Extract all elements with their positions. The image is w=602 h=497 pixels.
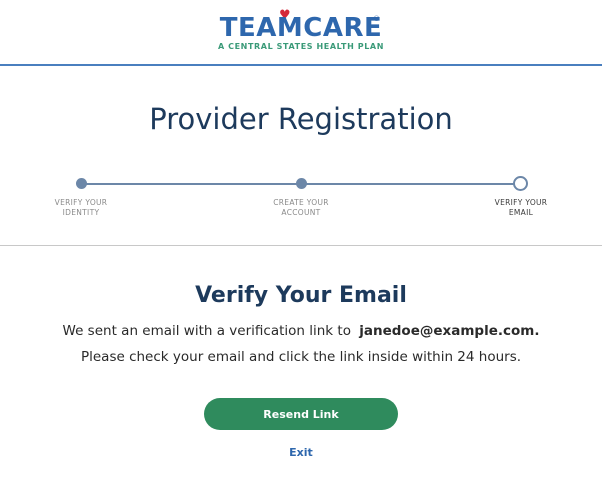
verify-email-heading: Verify Your Email — [195, 283, 407, 308]
resend-link-button[interactable]: Resend Link — [204, 398, 398, 430]
step-label-line: ACCOUNT — [281, 208, 321, 217]
teamcare-logo[interactable]: ♥ TEAMCARE ® A CENTRAL STATES HEALTH PLA… — [0, 0, 602, 64]
step-dot-create-account — [296, 178, 307, 189]
step-label-line: VERIFY YOUR — [494, 198, 548, 207]
page-title: Provider Registration — [149, 102, 453, 136]
exit-link[interactable]: Exit — [0, 446, 602, 459]
instructions-text: Please check your email and click the li… — [80, 349, 522, 365]
step-label-line: CREATE YOUR — [273, 198, 329, 207]
sent-text: We sent an email with a verification lin… — [62, 323, 351, 339]
step-dot-verify-identity — [76, 178, 87, 189]
step-label-line: EMAIL — [508, 208, 534, 217]
step-label-verify-identity: VERIFY YOUR IDENTITY — [36, 198, 126, 218]
step-label-verify-email: VERIFY YOUR EMAIL — [476, 198, 566, 218]
logo-wordmark: TEAMCARE — [219, 13, 383, 43]
sent-message: We sent an email with a verification lin… — [0, 323, 602, 339]
header: ♥ TEAMCARE ® A CENTRAL STATES HEALTH PLA… — [0, 0, 602, 66]
step-label-line: VERIFY YOUR — [54, 198, 108, 207]
email-address: janedoe@example.com. — [359, 323, 540, 339]
step-label-create-account: CREATE YOUR ACCOUNT — [256, 198, 346, 218]
step-dot-verify-email — [513, 176, 528, 191]
registration-stepper: VERIFY YOUR IDENTITY CREATE YOUR ACCOUNT… — [0, 170, 602, 230]
logo-tagline: A CENTRAL STATES HEALTH PLAN — [217, 42, 385, 51]
step-label-line: IDENTITY — [62, 208, 100, 217]
page: ♥ TEAMCARE ® A CENTRAL STATES HEALTH PLA… — [0, 0, 602, 497]
registered-mark: ® — [373, 15, 380, 23]
section-divider — [0, 245, 602, 246]
